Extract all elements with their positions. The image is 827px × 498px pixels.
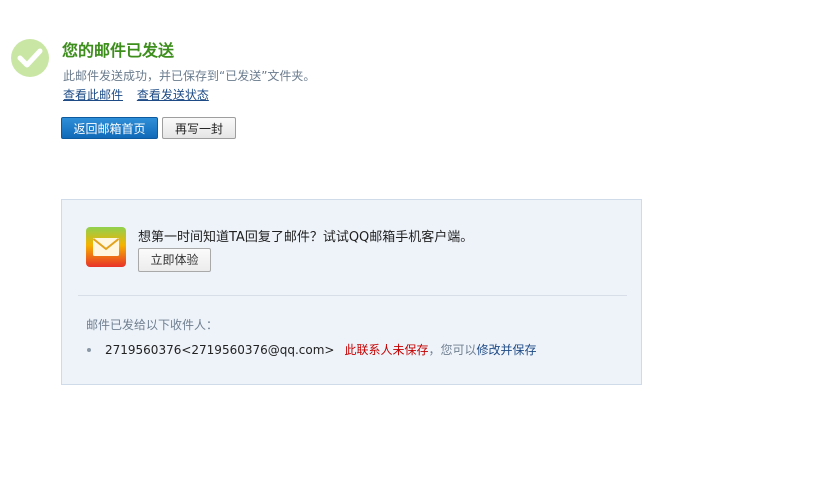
divider — [78, 295, 627, 296]
back-to-inbox-button[interactable]: 返回邮箱首页 — [61, 117, 158, 139]
recipients-label: 邮件已发给以下收件人： — [86, 318, 219, 332]
view-mail-link[interactable]: 查看此邮件 — [63, 88, 123, 102]
save-hint: ，您可以 — [428, 343, 477, 357]
try-now-button[interactable]: 立即体验 — [138, 248, 211, 272]
promo-text: 想第一时间知道TA回复了邮件？试试QQ邮箱手机客户端。 — [138, 230, 474, 245]
recipient-item: 2719560376<2719560376@qq.com> 此联系人未保存 ，您… — [86, 341, 537, 358]
success-message: 此邮件发送成功，并已保存到“已发送”文件夹。 — [63, 69, 316, 83]
edit-and-save-link[interactable]: 修改并保存 — [477, 341, 537, 358]
page-title: 您的邮件已发送 — [62, 41, 175, 60]
mail-app-icon — [86, 227, 126, 267]
bullet-icon — [87, 347, 91, 352]
header-links: 查看此邮件 查看发送状态 — [63, 86, 219, 103]
recipient-email: 2719560376<2719560376@qq.com> — [105, 342, 335, 357]
compose-again-button[interactable]: 再写一封 — [162, 117, 236, 139]
contact-unsaved-status: 此联系人未保存 — [344, 343, 429, 357]
checkmark-icon — [11, 39, 49, 77]
send-success-page: 您的邮件已发送 此邮件发送成功，并已保存到“已发送”文件夹。 查看此邮件 查看发… — [0, 0, 827, 498]
view-status-link[interactable]: 查看发送状态 — [137, 88, 209, 102]
mobile-client-promo: 想第一时间知道TA回复了邮件？试试QQ邮箱手机客户端。 立即体验 邮件已发给以下… — [61, 199, 642, 385]
